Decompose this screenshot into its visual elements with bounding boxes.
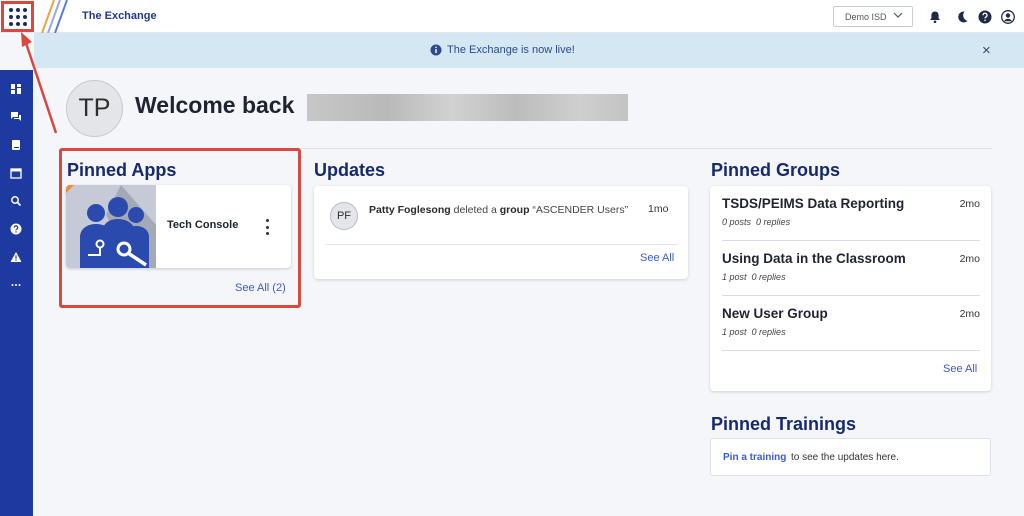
info-icon [430,44,442,56]
bell-icon[interactable] [928,10,942,24]
help-icon[interactable] [978,10,992,24]
group-posts: 1 post [722,272,747,282]
group-row[interactable]: TSDS/PEIMS Data Reporting 2mo 0 posts 0 … [722,186,980,241]
pinned-apps-see-all-link[interactable]: See All (2) [235,282,286,294]
district-select-value: Demo ISD [845,11,887,22]
brand-logo-icon [41,0,68,33]
tech-console-thumbnail [66,185,156,268]
pinned-trainings-title: Pinned Trainings [711,414,857,434]
update-divider [326,244,677,245]
update-action: deleted a [453,204,497,216]
banner-message: The Exchange is now live! [447,44,575,56]
group-meta: 1 post 0 replies [722,327,786,337]
update-object-type: group [499,204,530,216]
kebab-menu-icon[interactable] [264,219,270,235]
updates-title: Updates [314,160,386,180]
update-time: 1mo [648,203,669,215]
help-icon[interactable] [10,223,22,235]
user-avatar[interactable]: TP [66,80,123,137]
updates-see-all-link[interactable]: See All [640,252,674,264]
pinned-apps-title: Pinned Apps [67,160,177,180]
annotation-arrow [21,32,58,134]
group-time: 2mo [959,198,980,210]
announcement-banner: The Exchange is now live! × [34,33,1024,68]
close-icon[interactable]: × [982,42,991,59]
group-replies: 0 replies [751,272,786,282]
chevron-down-icon [893,12,903,18]
group-posts: 1 post [722,327,747,337]
top-bar: The Exchange Demo ISD [0,0,1024,33]
book-icon[interactable] [10,139,22,151]
pinned-groups-card: TSDS/PEIMS Data Reporting 2mo 0 posts 0 … [710,186,991,391]
brand-name[interactable]: The Exchange [82,10,157,22]
group-row[interactable]: New User Group 2mo 1 post 0 replies [722,296,980,351]
group-time: 2mo [959,308,980,320]
updates-card: PF Patty Foglesong deleted a group “ASCE… [314,186,688,279]
update-actor[interactable]: Patty Foglesong [369,204,451,216]
group-name[interactable]: Using Data in the Classroom [722,251,906,266]
group-meta: 0 posts 0 replies [722,217,790,227]
warning-icon[interactable] [10,251,22,263]
pin-training-hint: to see the updates here. [791,452,899,463]
group-row[interactable]: Using Data in the Classroom 2mo 1 post 0… [722,241,980,296]
group-time: 2mo [959,253,980,265]
pinned-trainings-card: Pin a training to see the updates here. [710,438,991,476]
calendar-icon[interactable] [10,167,22,179]
group-name[interactable]: New User Group [722,306,828,321]
app-launcher-icon[interactable] [1,1,34,32]
group-replies: 0 replies [756,217,791,227]
group-posts: 0 posts [722,217,752,227]
dark-mode-moon-icon[interactable] [955,10,969,24]
group-meta: 1 post 0 replies [722,272,786,282]
district-select[interactable]: Demo ISD [833,6,913,27]
welcome-heading: Welcome back [135,92,295,118]
group-name[interactable]: TSDS/PEIMS Data Reporting [722,196,904,211]
app-card-tech-console[interactable]: Tech Console [66,185,291,268]
app-name: Tech Console [167,219,239,231]
pin-training-link[interactable]: Pin a training [723,452,786,463]
update-actor-avatar[interactable]: PF [330,202,358,230]
more-icon[interactable] [10,279,22,291]
update-text: Patty Foglesong deleted a group “ASCENDE… [369,203,629,218]
pinned-groups-title: Pinned Groups [711,160,841,180]
pinned-groups-see-all-link[interactable]: See All [943,363,977,375]
redacted-user-name [307,94,628,121]
user-account-icon[interactable] [1001,10,1015,24]
search-icon[interactable] [10,195,22,207]
group-replies: 0 replies [751,327,786,337]
update-object-name: “ASCENDER Users” [532,204,629,216]
